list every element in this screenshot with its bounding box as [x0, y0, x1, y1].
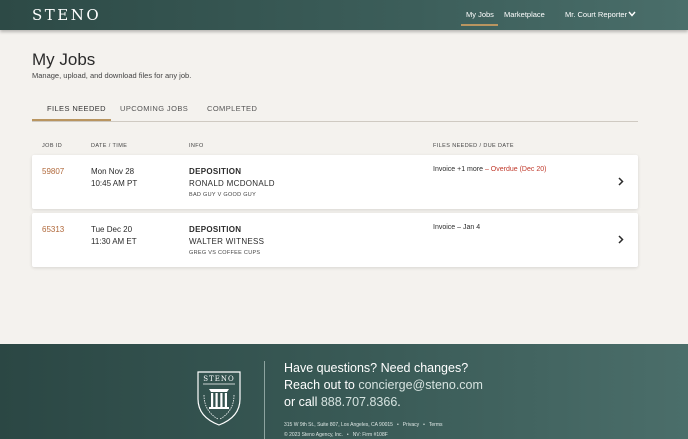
job-id[interactable]: 65313: [42, 225, 64, 234]
column-header-info: INFO: [189, 143, 204, 149]
due-date-overdue: Overdue (Dec 20): [490, 166, 547, 173]
user-menu[interactable]: Mr. Court Reporter: [565, 10, 627, 19]
job-id[interactable]: 59807: [42, 167, 64, 176]
witness-name: RONALD MCDONALD: [189, 179, 275, 188]
case-name: BAD GUY V GOOD GUY: [189, 192, 257, 198]
footer-call: or call 888.707.8366.: [284, 395, 401, 409]
footer-reach-out: Reach out to concierge@steno.com: [284, 378, 483, 392]
job-type: DEPOSITION: [189, 225, 242, 234]
nav-active-indicator: [461, 24, 498, 26]
files-needed: Invoice – Jan 4: [433, 224, 480, 231]
footer-divider: [264, 361, 265, 439]
tab-files-needed[interactable]: FILES NEEDED: [47, 104, 106, 113]
page-title: My Jobs: [32, 50, 96, 69]
footer: STENO Have questions? Need changes? Reac…: [0, 344, 688, 439]
firm-number: NV: Firm #108F: [352, 432, 388, 438]
due-separator: –: [483, 166, 491, 173]
copyright: © 2023 Steno Agency, Inc.: [284, 432, 343, 438]
job-time: 10:45 AM PT: [91, 179, 138, 188]
files-needed: Invoice +1 more – Overdue (Dec 20): [433, 166, 546, 173]
job-date: Tue Dec 20: [91, 225, 133, 234]
job-time: 11:30 AM ET: [91, 237, 137, 246]
job-date: Mon Nov 28: [91, 167, 135, 176]
tab-active-indicator: [32, 119, 111, 121]
job-card[interactable]: 65313 Tue Dec 20 11:30 AM ET DEPOSITION …: [32, 213, 638, 267]
due-date: Jan 4: [462, 224, 481, 231]
top-nav-bar: STENO My Jobs Marketplace Mr. Court Repo…: [0, 0, 688, 30]
call-suffix: .: [397, 395, 401, 409]
page-subtitle: Manage, upload, and download files for a…: [32, 71, 192, 80]
bullet-separator: •: [423, 422, 425, 428]
footer-question: Have questions? Need changes?: [284, 361, 469, 375]
files-list: Invoice +1 more: [433, 166, 483, 173]
terms-link[interactable]: Terms: [429, 422, 443, 428]
call-prefix: or call: [284, 395, 321, 409]
concierge-email-link[interactable]: concierge@steno.com: [358, 378, 483, 392]
bullet-separator: •: [396, 422, 399, 428]
crest-text: STENO: [203, 375, 234, 383]
files-list: Invoice: [433, 224, 456, 231]
steno-crest-icon: STENO: [197, 371, 241, 426]
privacy-link[interactable]: Privacy: [403, 422, 419, 428]
footer-copyright-line: © 2023 Steno Agency, Inc. • NV: Firm #108F: [284, 432, 388, 438]
address: 315 W 9th St., Suite 807, Los Angeles, C…: [284, 422, 393, 428]
bullet-separator: •: [346, 432, 349, 438]
column-header-date-time: DATE / TIME: [91, 143, 128, 149]
witness-name: WALTER WITNESS: [189, 237, 265, 246]
column-header-files-needed: FILES NEEDED / DUE DATE: [433, 143, 514, 149]
steno-logo[interactable]: STENO: [32, 6, 101, 24]
tabs-divider: [32, 121, 638, 122]
phone-link[interactable]: 888.707.8366: [321, 395, 397, 409]
nav-marketplace[interactable]: Marketplace: [504, 10, 545, 19]
nav-my-jobs[interactable]: My Jobs: [466, 10, 494, 19]
job-type: DEPOSITION: [189, 167, 242, 176]
chevron-right-icon[interactable]: [618, 177, 624, 186]
job-card[interactable]: 59807 Mon Nov 28 10:45 AM PT DEPOSITION …: [32, 155, 638, 209]
due-separator: –: [455, 224, 463, 231]
footer-address-line: 315 W 9th St., Suite 807, Los Angeles, C…: [284, 422, 443, 428]
column-header-job-id: JOB ID: [42, 143, 63, 149]
chevron-down-icon[interactable]: [628, 11, 636, 17]
case-name: GREG VS COFFEE CUPS: [189, 250, 261, 256]
reach-prefix: Reach out to: [284, 378, 359, 392]
tab-completed[interactable]: COMPLETED: [207, 104, 257, 113]
chevron-right-icon[interactable]: [618, 235, 624, 244]
tab-upcoming-jobs[interactable]: UPCOMING JOBS: [120, 104, 188, 113]
